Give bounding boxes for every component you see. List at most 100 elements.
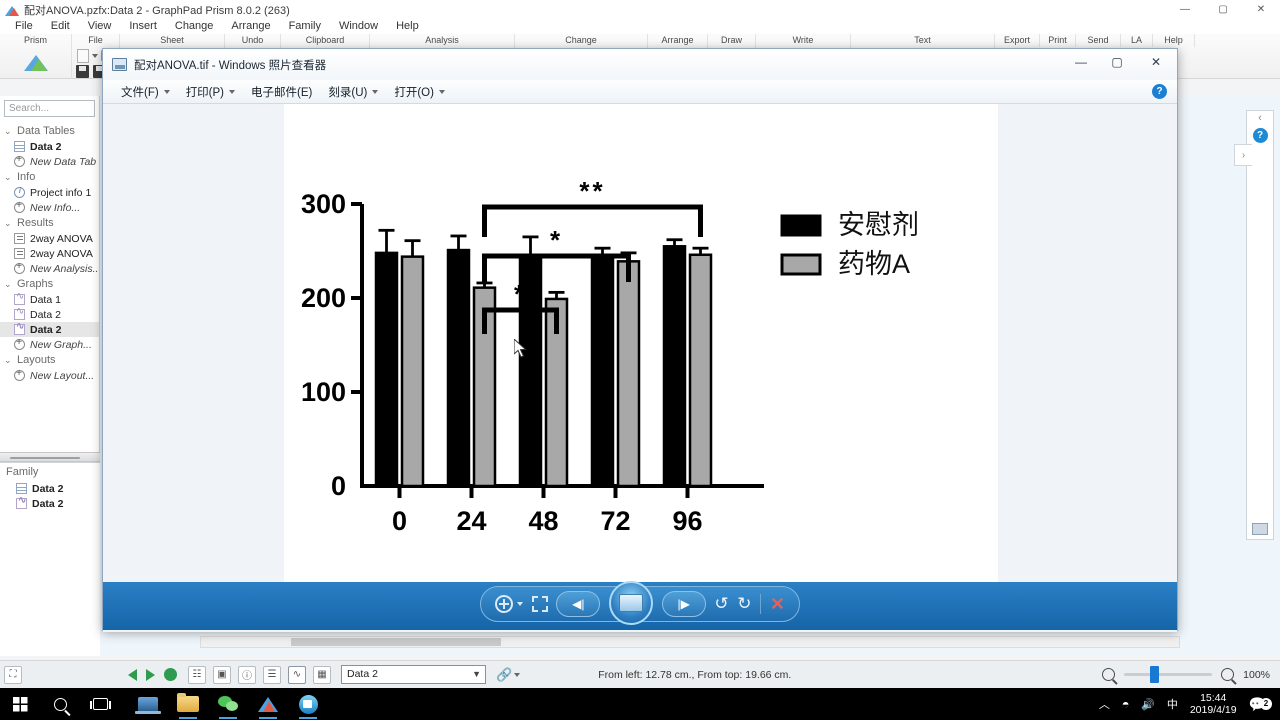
sheet-scrollbar-thumb[interactable] [291,638,501,646]
navigator-item-data-2[interactable]: Data 2 [0,307,99,322]
prism-minimize-button[interactable]: — [1166,0,1204,19]
rotate-right-icon[interactable]: ↻ [737,594,751,614]
prism-home-icon[interactable] [23,55,48,71]
status-info-icon[interactable]: ⓘ [238,665,256,684]
navigator-item-data-2[interactable]: Data 2 [0,139,99,154]
status-layouts-icon[interactable]: ▦ [313,665,331,684]
navigator-item-2way-anova[interactable]: 2way ANOVA [0,231,99,246]
prism-maximize-button[interactable]: ▢ [1204,0,1242,19]
chevron-down-icon[interactable] [229,89,236,94]
sheet-selector-dropdown[interactable]: Data 2 ▼ [341,665,486,684]
chevron-down-icon[interactable]: ⌄ [4,355,13,366]
photo-viewer-menu-打开o[interactable]: 打开(O) [386,83,453,101]
navigator-item-data-1[interactable]: Data 1 [0,292,99,307]
ime-indicator[interactable]: 中 [1161,696,1184,712]
sheet-horizontal-scrollbar[interactable] [200,636,1180,648]
navigator-item-new-data-tab[interactable]: New Data Tab [0,154,99,169]
slideshow-button[interactable] [609,581,654,625]
zoom-slider[interactable] [1124,666,1213,683]
prism-panel-bottom-icon[interactable] [1252,523,1268,535]
navigator-item-project-info-1[interactable]: Project info 1 [0,185,99,200]
chevron-down-icon[interactable]: ▼ [472,666,481,683]
tray-expand-button[interactable]: ︿ [1093,696,1116,712]
chevron-down-icon[interactable]: ⌄ [4,172,13,183]
chevron-down-icon[interactable] [438,89,445,94]
chevron-down-icon[interactable]: ⌄ [4,279,13,290]
zoom-icon[interactable] [495,595,513,613]
navigator-section-graphs[interactable]: ⌄ Graphs [0,276,99,292]
navigator-section-layouts[interactable]: ⌄ Layouts [0,352,99,368]
photo-viewer-menu-打印p[interactable]: 打印(P) [178,83,243,101]
ribbon-prism-group[interactable] [0,47,72,79]
zoom-in-icon[interactable] [1221,668,1235,681]
previous-sheet-button[interactable] [128,668,137,681]
new-file-icon[interactable] [76,48,89,63]
photo-viewer-help-button[interactable]: ? [1152,84,1167,99]
prism-menu-view[interactable]: View [79,19,121,34]
taskbar-file-explorer[interactable] [168,688,208,720]
navigator-section-results[interactable]: ⌄ Results [0,215,99,231]
navigator-item-new-analysis[interactable]: New Analysis... [0,261,99,276]
next-image-button[interactable]: |▶ [661,591,706,617]
taskbar-graphpad-prism[interactable] [248,688,288,720]
status-expand-icon[interactable]: ⛶ [4,665,22,684]
start-button[interactable] [0,688,40,720]
photo-viewer-menu-文件f[interactable]: 文件(F) [113,83,178,101]
save-icon[interactable] [75,64,89,78]
link-icon[interactable]: 🔗 [496,667,512,683]
photo-viewer-menu-电子邮件e[interactable]: 电子邮件(E) [243,83,320,101]
prism-menu-file[interactable]: File [6,19,42,34]
fit-to-window-icon[interactable] [531,596,548,612]
prism-panel-flyout-button[interactable]: › [1234,144,1252,166]
status-graphs-icon[interactable]: ∿ [288,665,306,684]
notification-center-button[interactable]: 💬 2 [1243,696,1276,713]
family-item-data-2[interactable]: Data 2 [0,481,100,496]
photo-viewer-menu-刻录u[interactable]: 刻录(U) [320,83,386,101]
displayed-image[interactable]: 0 100 200 300 0 24 48 72 96 * * ** 安慰剂 药物A [284,104,998,582]
volume-icon[interactable]: 🔊 [1135,698,1161,711]
prism-menu-change[interactable]: Change [166,19,223,34]
next-sheet-button[interactable] [146,668,155,681]
navigator-search-input[interactable]: Search... [4,100,95,117]
prism-menu-insert[interactable]: Insert [120,19,166,34]
prism-help-icon[interactable]: ? [1252,128,1268,143]
taskbar-search-button[interactable] [40,688,80,720]
taskbar-wechat[interactable] [208,688,248,720]
navigator-item-new-info[interactable]: New Info... [0,200,99,215]
photo-viewer-maximize-button[interactable]: ▢ [1099,49,1135,74]
prism-menu-help[interactable]: Help [387,19,428,34]
zoom-caret-icon[interactable] [517,602,523,606]
rotate-left-icon[interactable]: ↺ [714,594,728,614]
zoom-out-icon[interactable] [1102,668,1116,681]
navigator-item-2way-anova[interactable]: 2way ANOVA [0,246,99,261]
new-file-caret-icon[interactable] [91,53,98,58]
prism-close-button[interactable]: ✕ [1242,0,1280,19]
chevron-down-icon[interactable] [163,89,170,94]
chevron-down-icon[interactable]: ⌄ [4,126,13,137]
wifi-icon[interactable]: ◓ [1115,697,1136,711]
photo-viewer-close-button[interactable]: ✕ [1135,49,1177,74]
status-results-icon[interactable]: ☰ [263,665,281,684]
navigator-family-splitter[interactable] [0,452,100,462]
prism-menu-arrange[interactable]: Arrange [222,19,279,34]
navigator-section-data-tables[interactable]: ⌄ Data Tables [0,123,99,139]
status-calculator-icon[interactable]: ☷ [188,665,206,684]
photo-viewer-minimize-button[interactable]: — [1063,49,1099,74]
previous-image-button[interactable]: ◀| [556,591,601,617]
family-item-data-2[interactable]: Data 2 [0,496,100,511]
delete-icon[interactable]: ✕ [770,594,785,615]
navigator-item-new-layout[interactable]: New Layout... [0,368,99,383]
navigator-item-data-2[interactable]: Data 2 [0,322,99,337]
prism-menu-window[interactable]: Window [330,19,387,34]
status-data-table-icon[interactable]: ▣ [213,665,231,684]
task-view-button[interactable] [80,688,120,720]
taskbar-camera[interactable] [288,688,328,720]
link-caret-icon[interactable] [514,672,521,677]
taskbar-clock[interactable]: 15:44 2019/4/19 [1184,692,1243,716]
chevron-down-icon[interactable]: ⌄ [4,218,13,229]
chevron-down-icon[interactable] [372,89,379,94]
prism-menu-edit[interactable]: Edit [42,19,79,34]
sheet-locator-icon[interactable] [164,668,177,681]
zoom-slider-thumb[interactable] [1150,666,1160,683]
prism-menu-family[interactable]: Family [280,19,330,34]
